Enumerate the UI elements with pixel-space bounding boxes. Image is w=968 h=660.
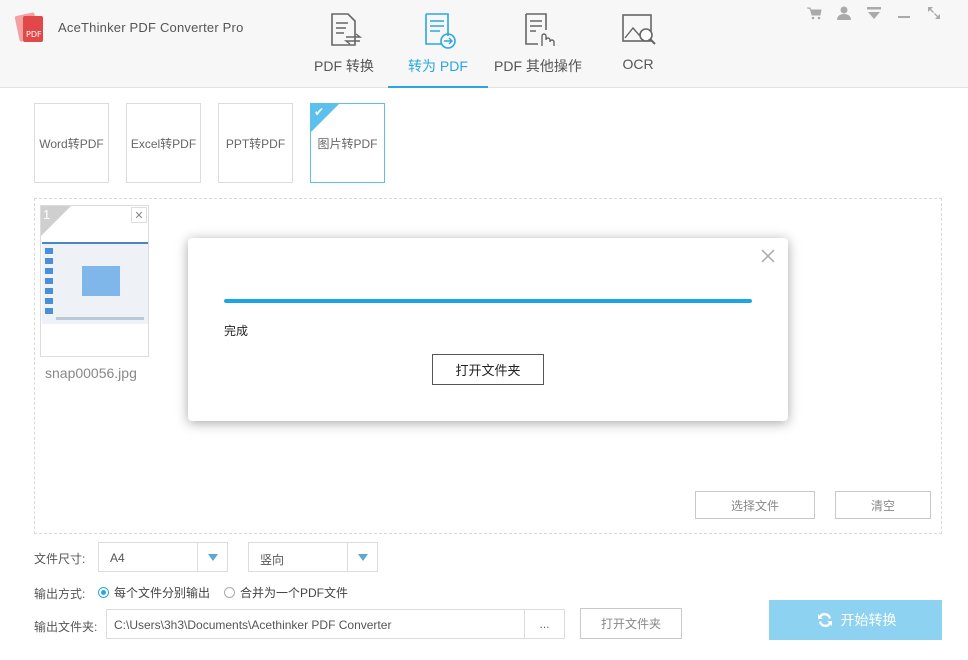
radio-dot <box>98 587 109 598</box>
subtab-excel-to-pdf[interactable]: Excel转PDF <box>126 103 201 183</box>
pdf-tools-icon <box>525 13 555 46</box>
minimize-icon[interactable] <box>894 4 914 22</box>
tab-label: 转为 PDF <box>408 58 468 74</box>
maximize-icon[interactable] <box>924 4 944 22</box>
output-path-field[interactable]: C:\Users\3h3\Documents\Acethinker PDF Co… <box>106 609 565 639</box>
file-name: snap00056.jpg <box>45 365 137 381</box>
tab-label: PDF 转换 <box>314 58 374 74</box>
orientation-select[interactable]: 竖向 <box>248 542 378 572</box>
merge-output-radio[interactable]: 合并为一个PDF文件 <box>224 584 348 601</box>
tab-pdf-convert[interactable]: PDF 转换 <box>300 8 388 88</box>
tab-pdf-tools[interactable]: PDF 其他操作 <box>492 8 584 88</box>
user-icon[interactable] <box>834 4 854 22</box>
select-file-button[interactable]: 选择文件 <box>695 491 815 519</box>
subtab-word-to-pdf[interactable]: Word转PDF <box>34 103 109 183</box>
chevron-down-icon <box>347 543 377 571</box>
cart-icon[interactable] <box>804 4 824 22</box>
browse-button[interactable]: ... <box>524 610 564 638</box>
app-title: AceThinker PDF Converter Pro <box>58 20 244 35</box>
title-bar: PDF AceThinker PDF Converter Pro PDF 转换 … <box>0 0 968 88</box>
start-convert-button[interactable]: 开始转换 <box>769 600 942 640</box>
subtab-ppt-to-pdf[interactable]: PPT转PDF <box>218 103 293 183</box>
radio-label: 每个文件分别输出 <box>114 586 211 600</box>
tab-label: OCR <box>622 56 654 72</box>
radio-label: 合并为一个PDF文件 <box>240 586 349 600</box>
completion-dialog: 完成 打开文件夹 <box>188 238 788 421</box>
page-size-label: 文件尺寸: <box>34 552 86 566</box>
pdf-convert-icon <box>331 13 363 46</box>
subtab-label: 图片转PDF <box>317 136 378 151</box>
window-controls <box>804 4 944 22</box>
remove-file-button[interactable]: ✕ <box>131 207 147 223</box>
radio-dot <box>224 587 235 598</box>
file-index: 1 <box>43 207 51 222</box>
close-icon[interactable] <box>760 248 776 264</box>
progress-bar <box>224 299 752 303</box>
subtab-label: Excel转PDF <box>130 136 197 151</box>
progress-fill <box>224 299 752 303</box>
status-text: 完成 <box>224 324 249 338</box>
output-mode-label: 输出方式: <box>34 587 86 601</box>
logo-text: PDF <box>26 30 42 39</box>
refresh-icon <box>817 612 832 628</box>
start-convert-label: 开始转换 <box>840 612 897 628</box>
tab-ocr[interactable]: OCR <box>598 8 678 88</box>
output-path-value: C:\Users\3h3\Documents\Acethinker PDF Co… <box>114 618 392 632</box>
thumbnail-image <box>42 242 148 324</box>
to-pdf-icon <box>425 13 456 49</box>
tab-to-pdf[interactable]: 转为 PDF <box>388 8 488 88</box>
open-folder-button[interactable]: 打开文件夹 <box>580 608 682 639</box>
tab-label: PDF 其他操作 <box>494 58 582 74</box>
file-thumbnail[interactable]: 1 ✕ <box>40 205 149 357</box>
check-icon: ✔ <box>314 105 325 119</box>
subtab-image-to-pdf[interactable]: ✔ 图片转PDF <box>310 103 385 183</box>
app-logo-icon: PDF <box>14 12 43 42</box>
page-size-value: A4 <box>110 551 125 565</box>
output-folder-label: 输出文件夹: <box>34 620 98 634</box>
page-size-select[interactable]: A4 <box>98 542 228 572</box>
chevron-down-icon <box>197 543 227 571</box>
subtab-label: Word转PDF <box>39 136 104 151</box>
ocr-icon <box>622 14 656 45</box>
clear-button[interactable]: 清空 <box>835 491 931 519</box>
orientation-value: 竖向 <box>260 553 285 567</box>
separate-output-radio[interactable]: 每个文件分别输出 <box>98 584 210 601</box>
menu-icon[interactable] <box>864 4 884 22</box>
dialog-open-folder-button[interactable]: 打开文件夹 <box>432 354 544 385</box>
subtab-label: PPT转PDF <box>225 136 286 151</box>
